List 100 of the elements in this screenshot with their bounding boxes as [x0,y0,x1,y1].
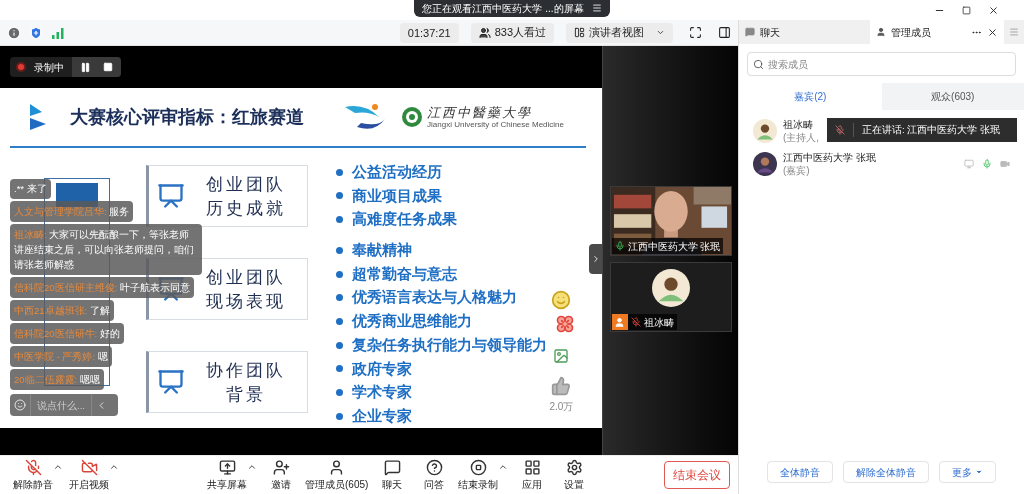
info-icon[interactable] [7,25,21,40]
like-icon[interactable] [551,376,572,397]
layout-icon [574,27,585,38]
end-meeting-button[interactable]: 结束会议 [664,461,730,489]
chat-icon [745,27,755,37]
toolbar-button[interactable]: 应用 [511,458,554,492]
emoji-icon[interactable] [14,399,26,412]
chat-message: 信科院20医信研主维俊: 叶子航表示同意 [10,277,194,299]
toolbar-button[interactable]: 开启视频 [66,458,122,492]
maximize-icon[interactable] [962,6,971,15]
participant-label: 江西中医药大学 张珉 [611,238,724,254]
criterion-text: 学术专家 [351,382,412,403]
meeting-timer: 01:37:21 [399,22,459,43]
toolbar-button[interactable]: 问答 [413,458,456,492]
video-tile[interactable]: 祖冰畴 [609,262,732,332]
presenter-icon [156,182,185,211]
member-role: (主持人, [783,130,820,144]
panel-button[interactable]: 更多 [939,461,996,483]
close-icon[interactable] [987,26,998,38]
criterion-text: 复杂任务执行能力与领导能力 [351,334,547,355]
panel-button[interactable]: 全体静音 [767,461,833,483]
criterion-text: 奉献精神 [351,240,412,261]
slide-logo-icon [30,104,46,131]
settings-icon [565,458,583,476]
add-user-icon [272,458,290,476]
toolbar-button[interactable]: 邀请 [260,458,302,492]
criterion-text: 优秀语言表达与人格魅力 [351,287,517,308]
user-badge-icon [611,314,628,330]
search-icon [753,58,764,70]
chat-message: 信科院20医信研牛: 好的 [10,323,124,345]
screen-share-icon [218,458,236,476]
like-count: 2.0万 [549,400,574,415]
signal-icon[interactable] [51,25,65,40]
banner-text: 您正在观看江西中医药大学 ...的屏幕 [422,1,584,16]
member-name: 江西中医药大学 张珉 [783,150,876,164]
member-name: 祖冰畴 [783,117,814,131]
chat-input[interactable]: 说点什么... [30,394,92,417]
panel-button[interactable]: 解除全体静音 [843,461,929,483]
users-icon [478,26,491,39]
video-tile[interactable]: 江西中医药大学 张珉 [609,186,732,256]
chat-icon [383,458,401,476]
panel-tab[interactable]: 管理成员 [870,20,1004,44]
toolbar-button[interactable]: 解除静音 [10,458,66,492]
flower-reaction-icon[interactable] [555,314,576,335]
image-reaction-icon[interactable] [553,348,570,365]
speaking-toast: 正在讲话: 江西中医药大学 张珉 [827,118,1017,142]
criterion-text: 企业专家 [351,405,412,426]
category-text: 协作团队 [205,359,286,383]
close-icon[interactable] [988,5,999,16]
shield-icon[interactable] [29,25,43,40]
criterion-text: 高难度任务成果 [351,209,457,230]
mic-off-icon [24,458,42,476]
stop-icon[interactable] [103,62,113,72]
mic-off-icon [630,317,641,327]
chat-message: 中西21卓越班张: 了解 [10,300,114,322]
category-text: 历史成就 [205,197,286,221]
panel-tab[interactable]: 聊天 [739,20,870,44]
category-text: 背景 [225,383,266,407]
sidebar-toggle-icon[interactable] [718,26,731,39]
category-text: 创业团队 [205,266,286,290]
chat-system-message: .** 来了 [10,179,51,200]
slide-title: 大赛核心评审指标：红旅赛道 [70,105,304,129]
chat-message: 中医学院 - 严秀婷: 嗯 [10,346,112,368]
criterion-text: 商业项目成果 [351,185,442,206]
toolbar-button[interactable]: 设置 [553,458,596,492]
mic-off-icon [835,125,845,135]
stop-icon [469,458,487,476]
avatar-icon [651,269,690,307]
question-icon [425,458,443,476]
participant-label: 祖冰畴 [627,314,677,330]
category-text: 创业团队 [205,173,286,197]
camera-off-icon [80,458,98,476]
recording-label: 录制中 [34,60,64,75]
expand-tab[interactable] [589,244,602,274]
apps-icon [523,458,541,476]
toolbar-button[interactable]: 聊天 [371,458,414,492]
fullscreen-icon[interactable] [689,26,702,39]
pause-icon[interactable] [80,61,91,73]
caret-icon [656,28,665,37]
caret-icon [975,468,983,476]
search-input[interactable]: 搜索成员 [768,56,1010,72]
view-mode-dropdown[interactable]: 演讲者视图 [566,22,673,43]
viewer-count[interactable]: 833人看过 [470,22,554,43]
menu-icon[interactable] [591,3,602,13]
search-field[interactable]: 搜索成员 [747,52,1016,76]
toolbar-button[interactable]: 管理成员(605) [302,458,372,492]
university-logo-text: 江西中醫藥大學 [427,105,534,119]
smile-reaction-icon[interactable] [551,290,572,311]
toolbar-button[interactable]: 共享屏幕 [204,458,260,492]
toolbar-button[interactable]: 结束录制 [455,458,512,492]
chat-input[interactable]: 说点什么... [10,394,118,417]
category-text: 现场表现 [205,290,286,314]
criterion-text: 超常勤奋与意志 [351,263,457,284]
university-english-name: Jiangxi University of Chinese Medicine [427,120,564,129]
user-icon [876,27,886,37]
chat-message: 祖冰畴: 大家可以先酝酿一下，等张老师讲座结束之后，可以向张老师提问，咱们请张老师解惑 [10,224,202,276]
member-role: (嘉宾) [783,163,811,177]
member-tab[interactable]: 观众(603) [881,83,1024,110]
mic-icon [614,241,625,251]
criterion-text: 政府专家 [351,358,412,379]
